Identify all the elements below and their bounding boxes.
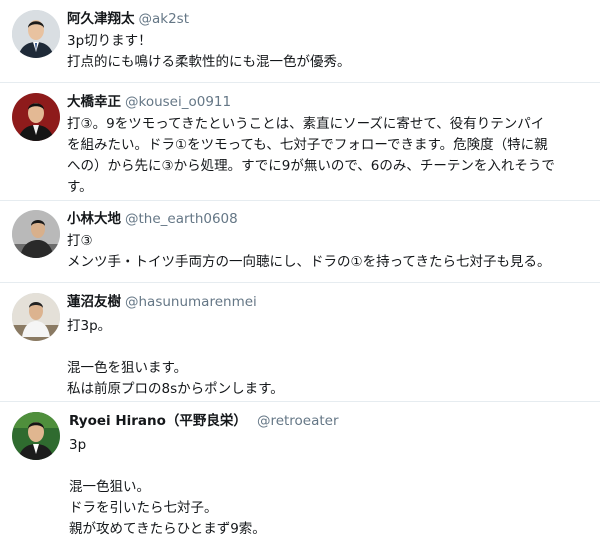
tweet-header: 小林大地 @the_earth0608 bbox=[67, 210, 238, 228]
tweet-line: 打点的にも鳴ける柔軟性的にも混一色が優秀。 bbox=[67, 54, 351, 70]
tweet-text: 3p切ります！ 打点的にも鳴ける柔軟性的にも混一色が優秀。 bbox=[67, 31, 587, 73]
tweet-3: 小林大地 @the_earth0608 打③ メンツ手・トイツ手両方の一向聴にし、… bbox=[0, 201, 600, 282]
tweet-2: 大橋幸正 @kousei_o0911 打③。9をツモってきたということは、素直にソ… bbox=[0, 83, 600, 200]
tweet-text: 打③ メンツ手・トイツ手両方の一向聴にし、ドラの①を持ってきたら七対子も見る。 bbox=[67, 231, 587, 273]
tweet-text: 3p 混一色狙い。 ドラを引いたら七対子。 親が攻めてきたらひとまず9索。 bbox=[69, 435, 589, 540]
avatar-man-green-bg-icon bbox=[12, 412, 60, 460]
tweet-text: 打③。9をツモってきたということは、素直にソーズに寄せて、役有りテンパイ を組み… bbox=[67, 114, 587, 198]
tweet-header: Ryoei Hirano（平野良栄） @retroeater bbox=[69, 412, 339, 430]
tweet-line: 混一色狙い。 bbox=[69, 479, 150, 495]
tweet-line: す。 bbox=[67, 179, 93, 195]
display-name[interactable]: 大橋幸正 bbox=[67, 94, 121, 110]
tweet-line: を組みたい。ドラ①をツモっても、七対子でフォローできます。危険度（特に親 bbox=[67, 137, 548, 153]
user-handle[interactable]: @retroeater bbox=[257, 413, 339, 429]
tweet-1: 阿久津翔太 @ak2st 3p切ります！ 打点的にも鳴ける柔軟性的にも混一色が優秀… bbox=[0, 0, 600, 82]
tweet-text: 打3p。 混一色を狙います。 私は前原プロの8sからポンします。 bbox=[67, 316, 587, 400]
tweet-line: 打3p。 bbox=[67, 318, 112, 334]
tweet-line: への）から先に③から処理。すでに9が無いので、6のみ、チーテンを入れそうで bbox=[67, 158, 555, 174]
tweet-header: 大橋幸正 @kousei_o0911 bbox=[67, 93, 231, 111]
tweet-line: メンツ手・トイツ手両方の一向聴にし、ドラの①を持ってきたら七対子も見る。 bbox=[67, 254, 551, 270]
user-handle[interactable]: @hasunumarenmei bbox=[125, 294, 257, 310]
tweet-header: 阿久津翔太 @ak2st bbox=[67, 10, 189, 28]
avatar-man-desk-icon bbox=[12, 210, 60, 258]
tweet-line: 3p切ります！ bbox=[67, 33, 152, 49]
avatar-suit-man-icon bbox=[12, 10, 60, 58]
tweet-line: 親が攻めてきたらひとまず9索。 bbox=[69, 521, 266, 537]
avatar-4[interactable] bbox=[12, 293, 60, 341]
display-name[interactable]: 蓮沼友樹 bbox=[67, 294, 121, 310]
display-name[interactable]: Ryoei Hirano（平野良栄） bbox=[69, 413, 247, 429]
tweet-line: 混一色を狙います。 bbox=[67, 360, 188, 376]
tweet-line: 打③ bbox=[67, 233, 93, 249]
avatar-man-table-icon bbox=[12, 293, 60, 341]
user-handle[interactable]: @ak2st bbox=[139, 11, 190, 27]
tweet-line: ドラを引いたら七対子。 bbox=[69, 500, 218, 516]
display-name[interactable]: 阿久津翔太 bbox=[67, 11, 135, 27]
avatar-1[interactable] bbox=[12, 10, 60, 58]
avatar-3[interactable] bbox=[12, 210, 60, 258]
tweet-line: 私は前原プロの8sからポンします。 bbox=[67, 381, 284, 397]
tweet-line: 打③。9をツモってきたということは、素直にソーズに寄せて、役有りテンパイ bbox=[67, 116, 545, 132]
tweet-4: 蓮沼友樹 @hasunumarenmei 打3p。 混一色を狙います。 私は前原プ… bbox=[0, 283, 600, 401]
tweet-5: Ryoei Hirano（平野良栄） @retroeater 3p 混一色狙い。 … bbox=[0, 402, 600, 551]
avatar-2[interactable] bbox=[12, 93, 60, 141]
user-handle[interactable]: @the_earth0608 bbox=[125, 211, 238, 227]
tweet-line: 3p bbox=[69, 437, 87, 453]
display-name[interactable]: 小林大地 bbox=[67, 211, 121, 227]
avatar-5[interactable] bbox=[12, 412, 60, 460]
tweet-feed: 阿久津翔太 @ak2st 3p切ります！ 打点的にも鳴ける柔軟性的にも混一色が優秀… bbox=[0, 0, 600, 551]
tweet-header: 蓮沼友樹 @hasunumarenmei bbox=[67, 293, 257, 311]
avatar-suit-man-red-bg-icon bbox=[12, 93, 60, 141]
user-handle[interactable]: @kousei_o0911 bbox=[125, 94, 231, 110]
